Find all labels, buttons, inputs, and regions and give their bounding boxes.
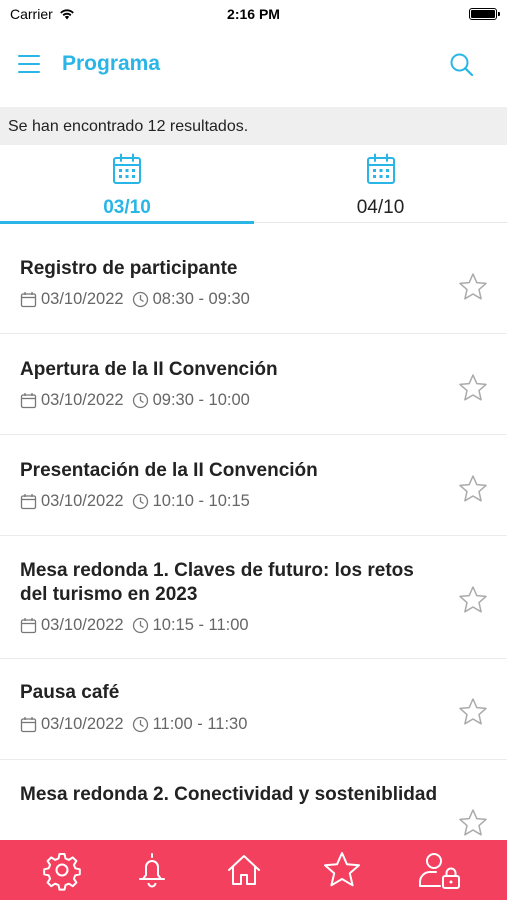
- nav-favorites[interactable]: [320, 848, 364, 892]
- favorite-star-icon[interactable]: [457, 473, 489, 505]
- event-time: 10:15 - 11:00: [152, 616, 249, 634]
- calendar-icon: [20, 717, 37, 733]
- status-bar: Carrier 2:16 PM: [0, 0, 507, 30]
- nav-profile[interactable]: [416, 848, 460, 892]
- search-button[interactable]: [447, 50, 477, 80]
- favorite-star-icon[interactable]: [457, 271, 489, 303]
- gear-icon: [43, 853, 81, 891]
- event-meta: 03/10/2022 10:10 - 10:15: [20, 492, 250, 511]
- search-icon: [450, 53, 474, 77]
- event-meta: 03/10/2022 10:15 - 11:00: [20, 616, 249, 635]
- event-title: Apertura de la II Convención: [20, 359, 278, 380]
- event-time: 11:00 - 11:30: [152, 715, 248, 733]
- clock-icon: [132, 716, 148, 733]
- list-item[interactable]: Registro de participante 03/10/2022 08:3…: [0, 224, 507, 334]
- date-tabs: 03/10 04/10: [0, 145, 507, 224]
- nav-settings[interactable]: [40, 848, 84, 892]
- nav-home[interactable]: [222, 848, 266, 892]
- clock-icon: [132, 617, 148, 634]
- event-time: 10:10 - 10:15: [152, 492, 250, 510]
- tab-label: 04/10: [356, 197, 405, 218]
- calendar-icon: [20, 292, 37, 308]
- favorite-star-icon[interactable]: [457, 807, 489, 839]
- event-time: 09:30 - 10:00: [152, 391, 250, 409]
- page-title: Programa: [62, 52, 161, 75]
- event-date: 03/10/2022: [41, 492, 124, 510]
- event-title: Mesa redonda 2. Conectividad y sostenibl…: [20, 784, 438, 805]
- event-title: Mesa redonda 1. Claves de futuro: los re…: [20, 560, 414, 605]
- event-title: Pausa café: [20, 682, 120, 703]
- event-date: 03/10/2022: [41, 391, 124, 409]
- event-meta: 03/10/2022 09:30 - 10:00: [20, 391, 250, 410]
- tab-day-2[interactable]: 04/10: [254, 145, 507, 223]
- favorite-star-icon[interactable]: [457, 584, 489, 616]
- bottom-nav: [0, 840, 507, 900]
- event-meta: 03/10/2022 08:30 - 09:30: [20, 290, 250, 309]
- clock-icon: [132, 493, 148, 510]
- calendar-icon: [20, 618, 37, 634]
- nav-notifications[interactable]: [130, 848, 174, 892]
- battery-icon: [469, 8, 500, 20]
- tab-day-1[interactable]: 03/10: [0, 145, 254, 224]
- calendar-icon: [20, 393, 37, 409]
- clock-icon: [132, 291, 148, 308]
- favorite-star-icon[interactable]: [457, 696, 489, 728]
- tab-label: 03/10: [103, 197, 151, 218]
- results-count-bar: Se han encontrado 12 resultados.: [0, 107, 507, 145]
- event-date: 03/10/2022: [41, 290, 124, 308]
- app-header: Programa: [0, 30, 507, 104]
- favorite-star-icon[interactable]: [457, 372, 489, 404]
- event-title: Presentación de la II Convención: [20, 460, 318, 481]
- calendar-icon: [113, 153, 141, 184]
- calendar-icon: [20, 494, 37, 510]
- home-icon: [228, 855, 260, 885]
- event-time: 08:30 - 09:30: [152, 290, 250, 308]
- list-item[interactable]: Pausa café 03/10/2022 11:00 - 11:30: [0, 659, 507, 760]
- event-list: Registro de participante 03/10/2022 08:3…: [0, 224, 507, 840]
- event-title: Registro de participante: [20, 258, 238, 279]
- clock: 2:16 PM: [227, 6, 280, 22]
- clock-icon: [132, 392, 148, 409]
- list-item[interactable]: Mesa redonda 2. Conectividad y sostenibl…: [0, 760, 507, 840]
- results-count-text: Se han encontrado 12 resultados.: [8, 118, 249, 135]
- event-date: 03/10/2022: [41, 715, 124, 733]
- list-item[interactable]: Mesa redonda 1. Claves de futuro: los re…: [0, 536, 507, 659]
- calendar-icon: [366, 153, 395, 184]
- list-item[interactable]: Apertura de la II Convención 03/10/2022 …: [0, 334, 507, 435]
- user-lock-icon: [419, 853, 460, 889]
- star-icon: [324, 852, 360, 887]
- bell-icon: [139, 853, 165, 888]
- list-item[interactable]: Presentación de la II Convención 03/10/2…: [0, 435, 507, 536]
- event-meta: 03/10/2022 11:00 - 11:30: [20, 715, 247, 734]
- menu-button[interactable]: [16, 52, 44, 76]
- event-date: 03/10/2022: [41, 616, 124, 634]
